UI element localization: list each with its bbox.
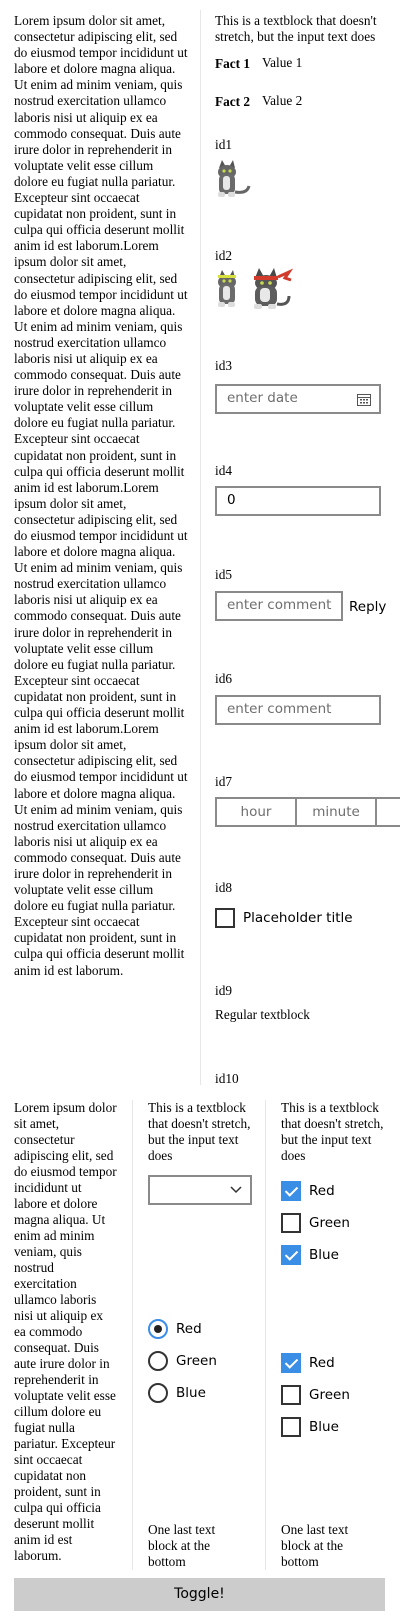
chevron-down-icon — [230, 1186, 242, 1194]
reply-button[interactable]: Reply — [349, 599, 386, 615]
fact-title: Fact 1 — [215, 56, 251, 71]
fact-value: Value 2 — [262, 93, 303, 108]
lorem-paragraph-bottom: Lorem ipsum dolor sit amet, consectetur … — [14, 1100, 117, 1563]
checkbox-label: Blue — [309, 1419, 339, 1435]
placeholder-checkbox[interactable] — [215, 908, 235, 928]
toggle-button[interactable]: Toggle! — [14, 1578, 385, 1611]
checkbox-label: Red — [309, 1183, 335, 1199]
fact-row-2: Fact 2 Value 2 — [215, 93, 302, 111]
radio-red[interactable] — [148, 1319, 168, 1339]
column-divider — [132, 1100, 133, 1570]
date-placeholder: enter date — [227, 390, 298, 406]
radio-label: Red — [176, 1321, 202, 1337]
last-textblock: One last text block at the bottom — [281, 1522, 349, 1569]
comment-placeholder: enter comment — [227, 597, 332, 613]
fact-value: Value 1 — [262, 55, 303, 70]
number-value: 0 — [227, 492, 236, 508]
comment-input[interactable]: enter comment — [215, 591, 343, 621]
radio-label: Green — [176, 1353, 217, 1369]
checkbox-blue[interactable] — [281, 1245, 301, 1265]
checkbox-red[interactable] — [281, 1181, 301, 1201]
fact-row-1: Fact 1 Value 1 — [215, 55, 302, 73]
checkbox-label: Placeholder title — [243, 910, 353, 926]
checkbox-label: Green — [309, 1387, 350, 1403]
header-text-line1: This is a textblock that doesn't — [215, 13, 377, 28]
id-label: id2 — [215, 248, 232, 263]
comment-input-2[interactable]: enter comment — [215, 695, 381, 725]
id-label: id7 — [215, 774, 232, 789]
id-label: id3 — [215, 358, 232, 373]
last-textblock: One last text block at the bottom — [148, 1522, 216, 1569]
radio-label: Blue — [176, 1385, 206, 1401]
regular-textblock: Regular textblock — [215, 1007, 310, 1022]
id-label: id6 — [215, 671, 232, 686]
minute-field[interactable]: minute — [297, 799, 377, 825]
column-divider — [200, 10, 201, 1085]
id-label: id9 — [215, 983, 232, 998]
checkbox-label: Green — [309, 1215, 350, 1231]
col3-textblock: This is a textblock that doesn't stretch… — [281, 1100, 384, 1163]
date-input[interactable]: enter date — [215, 384, 381, 414]
dropdown[interactable] — [148, 1175, 252, 1205]
id-label: id10 — [215, 1071, 239, 1086]
comment-placeholder: enter comment — [227, 701, 332, 717]
checkbox-green[interactable] — [281, 1213, 301, 1233]
header-text-line2: stretch, but the input text does — [215, 29, 376, 44]
fact-title: Fact 2 — [215, 94, 251, 109]
id-label: id4 — [215, 463, 232, 478]
id-label: id1 — [215, 137, 232, 152]
hour-field[interactable]: hour — [217, 799, 297, 825]
checkbox-green-2[interactable] — [281, 1385, 301, 1405]
cat-image — [218, 160, 251, 197]
column-divider — [265, 1100, 266, 1570]
id-label: id8 — [215, 880, 232, 895]
checkbox-label: Blue — [309, 1247, 339, 1263]
radio-green[interactable] — [148, 1351, 168, 1371]
calendar-icon[interactable] — [357, 393, 371, 406]
time-picker[interactable]: hour minute — [215, 797, 400, 827]
ninja-cat-image — [254, 268, 294, 309]
lorem-paragraph-top: Lorem ipsum dolor sit amet, consectetur … — [14, 13, 188, 978]
checkbox-label: Red — [309, 1355, 335, 1371]
checkbox-red-2[interactable] — [281, 1353, 301, 1373]
checkbox-blue-2[interactable] — [281, 1417, 301, 1437]
radio-blue[interactable] — [148, 1383, 168, 1403]
number-input[interactable]: 0 — [215, 486, 381, 516]
col2-textblock: This is a textblock that doesn't stretch… — [148, 1100, 251, 1163]
id-label: id5 — [215, 567, 232, 582]
